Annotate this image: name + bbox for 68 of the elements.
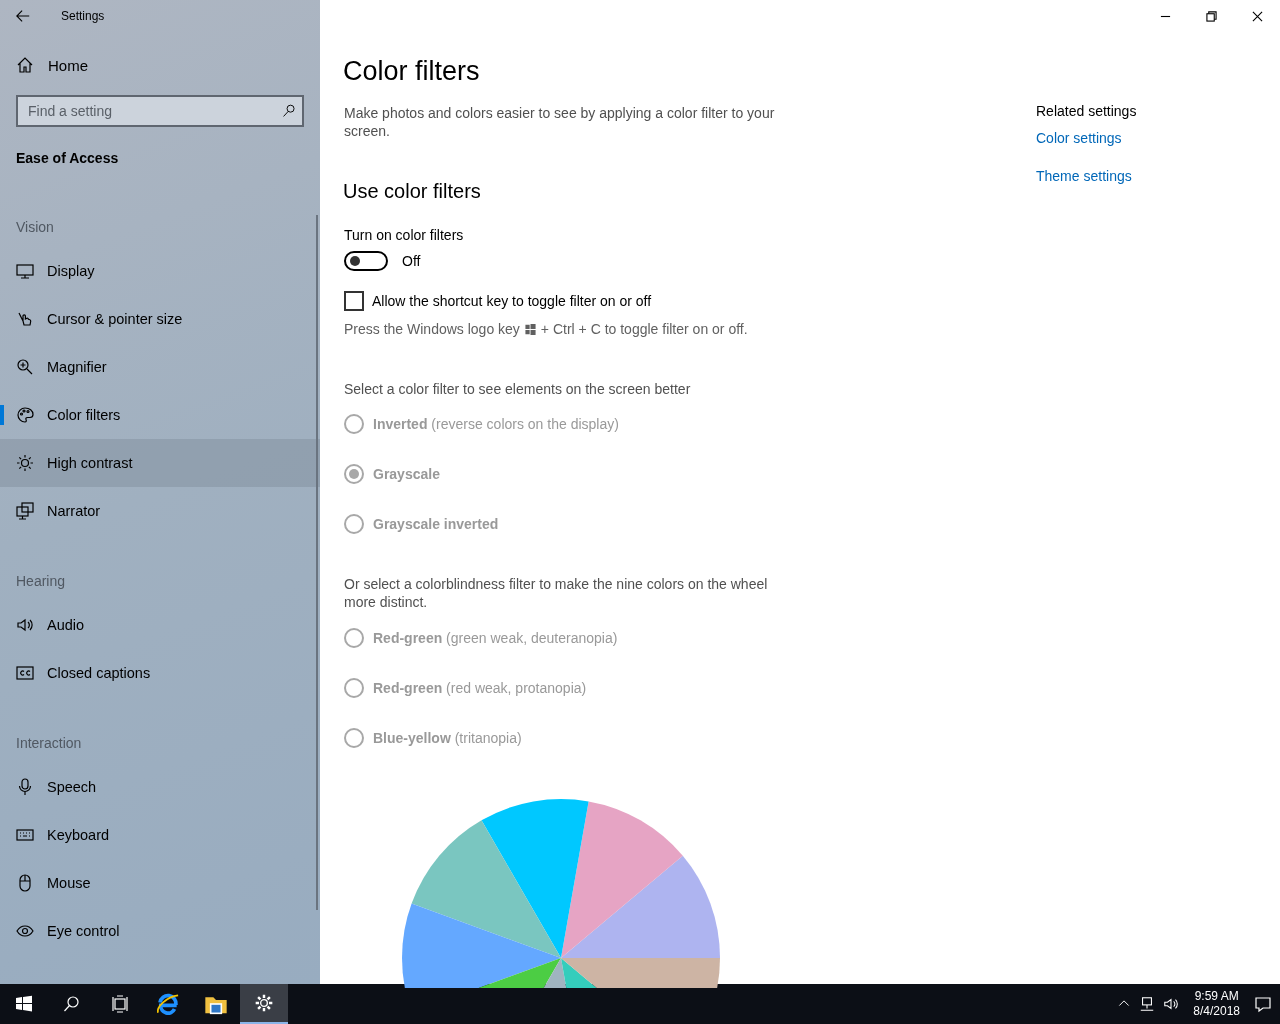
checkbox[interactable] bbox=[344, 291, 364, 311]
hand-pointer-icon bbox=[16, 310, 34, 328]
section-heading: Interaction bbox=[15, 734, 83, 753]
clock[interactable]: 9:59 AM 8/4/2018 bbox=[1187, 989, 1246, 1019]
notification-icon bbox=[1254, 995, 1272, 1013]
palette-icon bbox=[16, 406, 34, 424]
nav-item[interactable]: Narrator bbox=[0, 487, 320, 535]
category-heading: Ease of Access bbox=[15, 149, 120, 168]
nav-item[interactable]: Keyboard bbox=[0, 811, 320, 859]
page-title: Color filters bbox=[343, 56, 481, 87]
related-link[interactable]: Theme settings bbox=[1036, 168, 1137, 184]
windows-logo-icon bbox=[15, 995, 33, 1013]
taskbar-button[interactable] bbox=[240, 984, 288, 1024]
keyboard-icon bbox=[16, 826, 34, 844]
monitor-icon bbox=[16, 262, 34, 280]
checkbox-label: Allow the shortcut key to toggle filter on or off bbox=[372, 293, 652, 309]
eye-icon bbox=[16, 922, 34, 940]
home-nav-item[interactable]: Home bbox=[0, 41, 320, 89]
restore-icon bbox=[1205, 10, 1217, 22]
scrollbar[interactable] bbox=[316, 215, 318, 910]
windows-logo-icon bbox=[524, 323, 536, 335]
nav-item[interactable]: Mouse bbox=[0, 859, 320, 907]
clock-date: 8/4/2018 bbox=[1193, 1004, 1240, 1019]
home-icon bbox=[16, 56, 34, 74]
sun-icon bbox=[16, 454, 34, 472]
back-arrow-icon bbox=[15, 8, 31, 24]
toggle-state: Off bbox=[402, 253, 421, 269]
nav-item[interactable]: Cursor & pointer size bbox=[0, 295, 320, 343]
shortcut-hint: Press the Windows logo key bbox=[344, 321, 520, 337]
nav-item[interactable]: Eye control bbox=[0, 907, 320, 955]
browser-e-icon bbox=[155, 991, 181, 1017]
colorblind-prompt: Or select a colorblindness filter to make the nine colors on the wheel more distinct. bbox=[344, 575, 769, 611]
tray-button[interactable] bbox=[1139, 996, 1156, 1012]
magnifier-icon bbox=[16, 358, 34, 376]
nav-item[interactable]: Display bbox=[0, 247, 320, 295]
narrator-icon bbox=[16, 502, 34, 520]
network-icon bbox=[1139, 996, 1156, 1012]
toggle-label: Turn on color filters bbox=[344, 227, 465, 243]
related-heading: Related settings bbox=[1036, 103, 1137, 119]
tray-button[interactable] bbox=[1163, 996, 1180, 1012]
cc-icon bbox=[16, 664, 34, 682]
microphone-icon bbox=[16, 778, 34, 796]
toggle-switch[interactable] bbox=[344, 251, 388, 271]
window-title: Settings bbox=[61, 9, 105, 23]
gear-icon bbox=[254, 993, 274, 1013]
clock-time: 9:59 AM bbox=[1194, 989, 1239, 1004]
search-icon bbox=[282, 104, 296, 118]
nav-item[interactable]: Speech bbox=[0, 763, 320, 811]
section-heading: Hearing bbox=[15, 572, 67, 591]
related-link[interactable]: Color settings bbox=[1036, 130, 1137, 146]
search-field[interactable]: Find a setting bbox=[16, 95, 304, 127]
shortcut-hint: + Ctrl + C to toggle filter on or off. bbox=[540, 321, 748, 337]
nav-item[interactable]: High contrast bbox=[0, 439, 320, 487]
mouse-icon bbox=[16, 874, 34, 892]
tray-button[interactable] bbox=[1254, 995, 1272, 1013]
task-view-icon bbox=[111, 995, 129, 1013]
nav-item[interactable]: Magnifier bbox=[0, 343, 320, 391]
filter-prompt: Select a color filter to see elements on the screen better bbox=[344, 381, 692, 397]
page-description: Make photos and colors easier to see by applying a color filter to your screen. bbox=[344, 104, 776, 140]
speaker-icon bbox=[1163, 996, 1180, 1012]
search-icon bbox=[63, 995, 81, 1013]
nav-item[interactable]: Audio bbox=[0, 601, 320, 649]
speaker-icon bbox=[16, 616, 34, 634]
nav-item[interactable]: Closed captions bbox=[0, 649, 320, 697]
close-icon bbox=[1251, 10, 1263, 22]
nav-item[interactable]: Color filters bbox=[0, 391, 320, 439]
section-title: Use color filters bbox=[343, 180, 482, 203]
section-heading: Vision bbox=[15, 218, 55, 237]
